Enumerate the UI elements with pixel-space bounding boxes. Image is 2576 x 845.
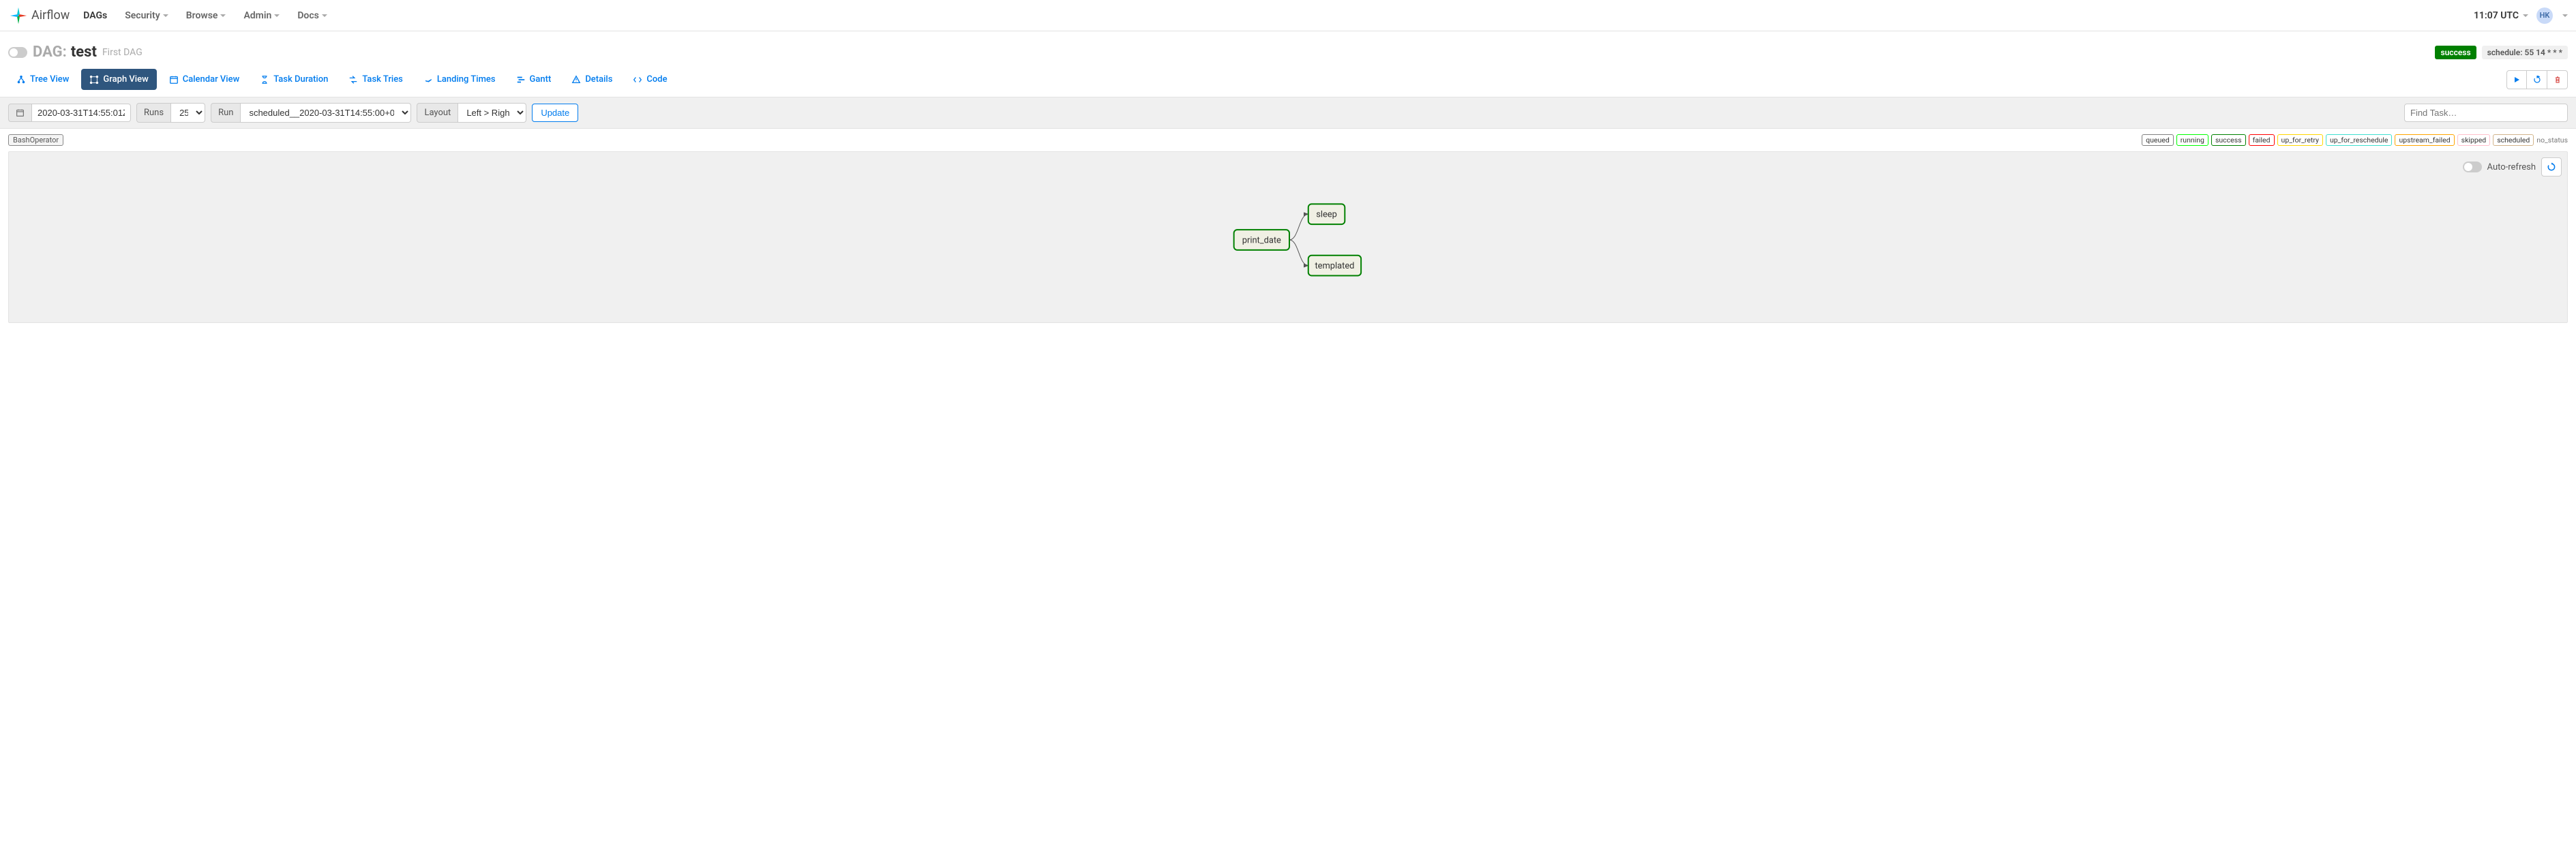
brand-text: Airflow — [31, 8, 70, 22]
landing-icon — [423, 75, 433, 84]
tab-calendar-view[interactable]: Calendar View — [161, 69, 248, 90]
layout-select[interactable]: Left > Right — [458, 103, 526, 123]
nav-item-dags[interactable]: DAGs — [83, 10, 107, 21]
caret-icon — [2562, 14, 2568, 17]
run-group: Run scheduled__2020-03-31T14:55:00+00:00 — [211, 103, 411, 123]
tab-task-tries[interactable]: Task Tries — [340, 69, 411, 90]
refresh-icon — [2547, 162, 2556, 172]
svg-text:sleep: sleep — [1316, 210, 1337, 220]
legend-row: BashOperator queuedrunningsuccessfailedu… — [0, 129, 2576, 151]
calendar-icon — [169, 75, 179, 84]
graph-toolbar: Auto-refresh — [2463, 157, 2562, 176]
state-nostatus[interactable]: no_status — [2536, 136, 2568, 144]
caret-icon — [163, 14, 168, 17]
dag-graph-svg: print_date sleep templated — [9, 152, 2567, 322]
dag-pause-toggle[interactable] — [8, 47, 27, 58]
play-icon — [2513, 76, 2521, 84]
base-date-input[interactable] — [32, 104, 131, 122]
auto-refresh-label: Auto-refresh — [2487, 162, 2536, 172]
run-label: Run — [211, 103, 241, 123]
tab-code[interactable]: Code — [625, 69, 675, 90]
find-task-input[interactable] — [2404, 104, 2568, 122]
graph-icon — [89, 75, 99, 84]
dag-description: First DAG — [102, 47, 143, 58]
auto-refresh-toggle[interactable] — [2463, 162, 2482, 172]
tab-details[interactable]: Details — [563, 69, 620, 90]
state-legend: queuedrunningsuccessfailedup_for_retryup… — [2142, 134, 2568, 146]
state-badge-success[interactable]: success — [2211, 134, 2246, 146]
base-date-group — [8, 104, 131, 122]
schedule-badge[interactable]: schedule: 55 14 * * * — [2482, 46, 2568, 59]
svg-text:templated: templated — [1315, 261, 1354, 271]
state-badge-queued[interactable]: queued — [2142, 134, 2174, 146]
tab-graph-view[interactable]: Graph View — [81, 69, 156, 90]
tab-gantt[interactable]: Gantt — [508, 69, 560, 90]
state-badge-failed[interactable]: failed — [2249, 134, 2275, 146]
nav-left: DAGs Security Browse Admin Docs — [83, 10, 327, 21]
hourglass-icon — [260, 75, 269, 84]
tree-icon — [16, 75, 26, 84]
state-badge-skipped[interactable]: skipped — [2457, 134, 2491, 146]
task-node-sleep[interactable]: sleep — [1308, 204, 1345, 224]
refresh-dag-button[interactable] — [2527, 70, 2547, 89]
tab-landing-times[interactable]: Landing Times — [415, 69, 504, 90]
dag-label: DAG: — [33, 44, 67, 61]
tab-task-duration[interactable]: Task Duration — [252, 69, 336, 90]
avatar[interactable]: HK — [2536, 7, 2553, 24]
code-icon — [633, 75, 642, 84]
state-badge-scheduled[interactable]: scheduled — [2493, 134, 2534, 146]
gantt-icon — [516, 75, 526, 84]
task-node-templated[interactable]: templated — [1308, 256, 1361, 276]
state-badge-up_for_retry[interactable]: up_for_retry — [2277, 134, 2323, 146]
caret-icon — [274, 14, 280, 17]
delete-dag-button[interactable] — [2547, 70, 2568, 89]
runs-select[interactable]: 25 — [171, 103, 205, 123]
airflow-logo-icon — [8, 5, 29, 26]
update-button[interactable]: Update — [532, 104, 578, 122]
calendar-addon-icon — [8, 104, 32, 122]
runs-label: Runs — [136, 103, 171, 123]
layout-label: Layout — [417, 103, 458, 123]
runs-group: Runs 25 — [136, 103, 205, 123]
task-node-print_date[interactable]: print_date — [1234, 230, 1289, 250]
nav-item-admin[interactable]: Admin — [243, 10, 280, 21]
nav-right: 11:07 UTC HK — [2474, 7, 2568, 24]
details-icon — [571, 75, 581, 84]
status-badge[interactable]: success — [2435, 46, 2476, 59]
trigger-dag-button[interactable] — [2506, 70, 2527, 89]
controls-row: Runs 25 Run scheduled__2020-03-31T14:55:… — [0, 97, 2576, 129]
retry-icon — [348, 75, 358, 84]
tabs: Tree View Graph View Calendar View Task … — [8, 69, 676, 90]
navbar: Airflow DAGs Security Browse Admin Docs … — [0, 0, 2576, 31]
layout-group: Layout Left > Right — [417, 103, 526, 123]
navbar-brand[interactable]: Airflow — [8, 5, 70, 26]
state-badge-up_for_reschedule[interactable]: up_for_reschedule — [2326, 134, 2392, 146]
tabs-row: Tree View Graph View Calendar View Task … — [0, 66, 2576, 97]
caret-icon — [220, 14, 226, 17]
state-badge-running[interactable]: running — [2176, 134, 2208, 146]
state-badge-upstream_failed[interactable]: upstream_failed — [2395, 134, 2454, 146]
action-buttons — [2506, 70, 2568, 89]
graph-area[interactable]: Auto-refresh print_date sleep templated — [8, 151, 2568, 323]
dag-name: test — [71, 44, 97, 61]
dag-header-right: success schedule: 55 14 * * * — [2435, 46, 2568, 59]
clock[interactable]: 11:07 UTC — [2474, 10, 2528, 21]
dag-header: DAG: test First DAG success schedule: 55… — [0, 31, 2576, 66]
run-select[interactable]: scheduled__2020-03-31T14:55:00+00:00 — [241, 103, 411, 123]
svg-text:print_date: print_date — [1242, 235, 1281, 245]
refresh-icon — [2533, 76, 2541, 84]
nav-item-security[interactable]: Security — [125, 10, 168, 21]
nav-item-browse[interactable]: Browse — [186, 10, 226, 21]
caret-icon — [2523, 14, 2528, 17]
operator-badge[interactable]: BashOperator — [8, 134, 63, 146]
caret-icon — [322, 14, 327, 17]
nav-item-docs[interactable]: Docs — [297, 10, 327, 21]
trash-icon — [2553, 76, 2562, 84]
graph-refresh-button[interactable] — [2541, 157, 2562, 176]
tab-tree-view[interactable]: Tree View — [8, 69, 77, 90]
